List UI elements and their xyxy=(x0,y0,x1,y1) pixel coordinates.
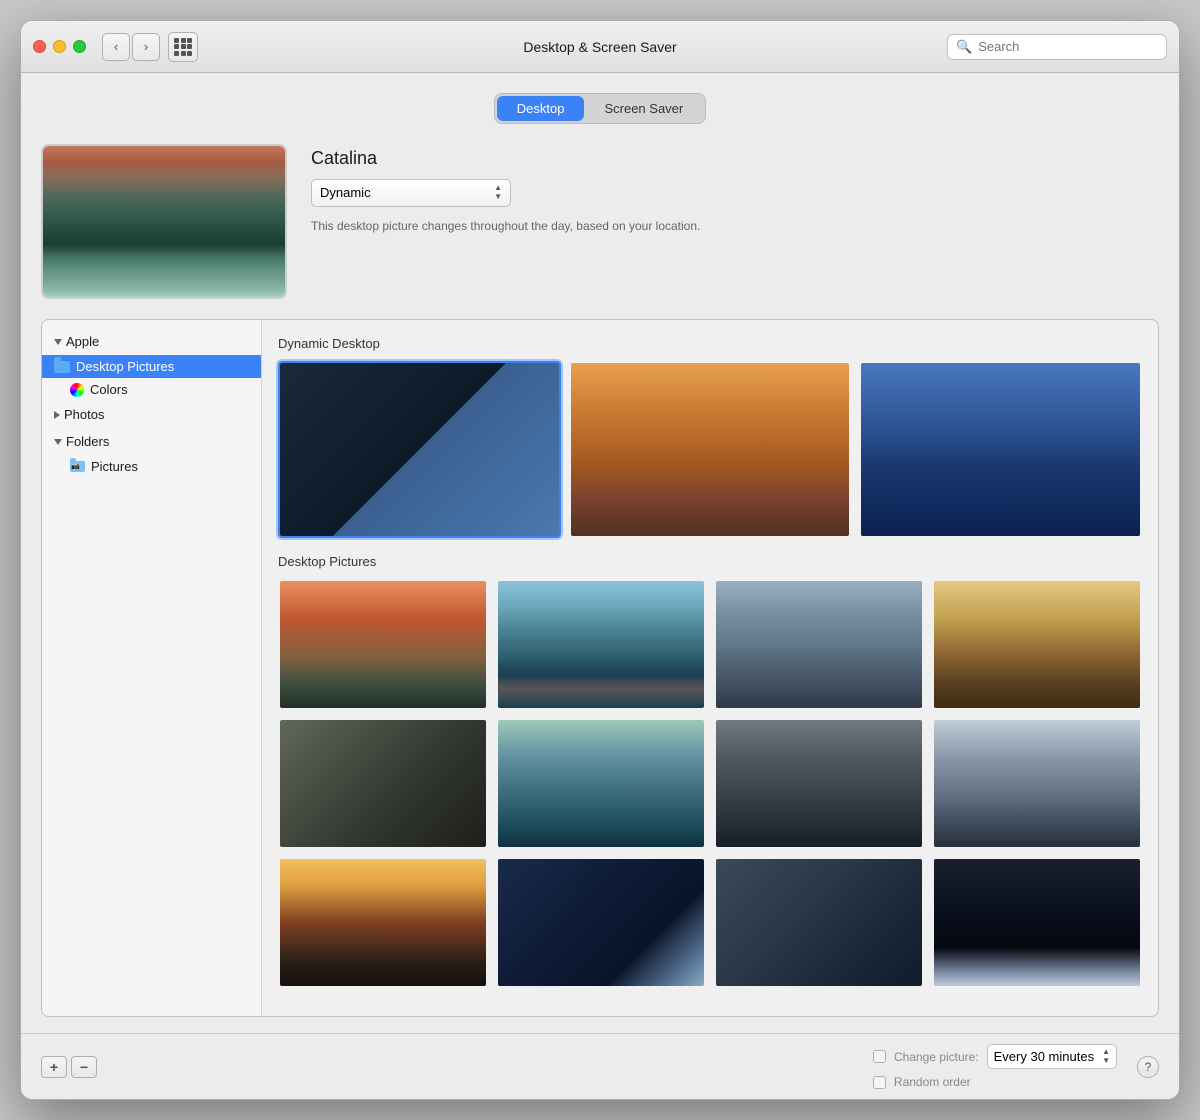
nav-buttons: ‹ › xyxy=(102,33,160,61)
sidebar-section-photos[interactable]: Photos xyxy=(42,401,261,428)
wallpaper-thumb-11[interactable] xyxy=(714,857,924,988)
mode-label: Dynamic xyxy=(320,185,371,200)
sidebar-item-pictures[interactable]: 📷 Pictures xyxy=(42,455,261,478)
sidebar-item-colors[interactable]: Colors xyxy=(42,378,261,401)
wallpaper-thumb-3[interactable] xyxy=(714,579,924,710)
help-button[interactable]: ? xyxy=(1137,1056,1159,1078)
grid-view-button[interactable] xyxy=(168,32,198,62)
pictures-label: Pictures xyxy=(91,459,138,474)
random-order-row: Random order xyxy=(873,1075,1117,1089)
wallpaper-description: This desktop picture changes throughout … xyxy=(311,217,731,235)
change-picture-row: Change picture: Every 30 minutes ▲ ▼ xyxy=(873,1044,1117,1069)
desktop-wallpaper-grid xyxy=(278,579,1142,989)
back-button[interactable]: ‹ xyxy=(102,33,130,61)
sidebar: Apple Desktop Pictures Colors Photos xyxy=(42,320,262,1016)
mode-dropdown-row: Dynamic ▲ ▼ xyxy=(311,179,1159,207)
window-title: Desktop & Screen Saver xyxy=(523,39,676,55)
grid-area: Dynamic Desktop Desktop Pictures xyxy=(262,320,1158,1016)
sidebar-item-desktop-pictures[interactable]: Desktop Pictures xyxy=(42,355,261,378)
wallpaper-thumb-12[interactable] xyxy=(932,857,1142,988)
search-input[interactable] xyxy=(978,39,1158,54)
wallpaper-thumb-2[interactable] xyxy=(496,579,706,710)
grid-icon xyxy=(174,38,192,56)
wallpaper-thumb-10[interactable] xyxy=(496,857,706,988)
remove-folder-button[interactable]: − xyxy=(71,1056,97,1078)
folders-expand-icon xyxy=(54,439,62,445)
interval-dropdown[interactable]: Every 30 minutes ▲ ▼ xyxy=(987,1044,1117,1069)
sidebar-section-apple[interactable]: Apple xyxy=(42,328,261,355)
desktop-section-label: Desktop Pictures xyxy=(278,554,1142,569)
stepper-down-icon: ▼ xyxy=(494,193,502,202)
wallpaper-thumb-catalina-dynamic[interactable] xyxy=(278,361,561,538)
colors-label: Colors xyxy=(90,382,128,397)
apple-expand-icon xyxy=(54,339,62,345)
footer-controls: Change picture: Every 30 minutes ▲ ▼ Ran… xyxy=(873,1044,1117,1089)
bottom-section: Apple Desktop Pictures Colors Photos xyxy=(41,319,1159,1017)
tab-screensaver[interactable]: Screen Saver xyxy=(584,96,703,121)
wallpaper-thumb-6[interactable] xyxy=(496,718,706,849)
wallpaper-thumb-9[interactable] xyxy=(278,857,488,988)
footer-right: Change picture: Every 30 minutes ▲ ▼ Ran… xyxy=(873,1044,1159,1089)
desktop-pictures-label: Desktop Pictures xyxy=(76,359,174,374)
main-window: ‹ › Desktop & Screen Saver 🔍 Desktop Scr… xyxy=(20,20,1180,1100)
tab-desktop[interactable]: Desktop xyxy=(497,96,585,121)
forward-icon: › xyxy=(144,39,148,54)
change-picture-checkbox[interactable] xyxy=(873,1050,886,1063)
wallpaper-thumb-1[interactable] xyxy=(278,579,488,710)
sidebar-photos-label: Photos xyxy=(64,407,104,422)
mode-stepper: ▲ ▼ xyxy=(494,184,502,202)
tab-row: Desktop Screen Saver xyxy=(41,93,1159,124)
wallpaper-thumb-5[interactable] xyxy=(278,718,488,849)
pictures-folder-icon: 📷 xyxy=(70,461,85,472)
wallpaper-thumb-blue-dynamic[interactable] xyxy=(859,361,1142,538)
sidebar-section-folders[interactable]: Folders xyxy=(42,428,261,455)
maximize-button[interactable] xyxy=(73,40,86,53)
mode-dropdown[interactable]: Dynamic ▲ ▼ xyxy=(311,179,511,207)
folder-icon xyxy=(54,361,70,373)
change-picture-label: Change picture: xyxy=(894,1050,979,1064)
minimize-button[interactable] xyxy=(53,40,66,53)
dynamic-section-label: Dynamic Desktop xyxy=(278,336,1142,351)
wallpaper-preview xyxy=(41,144,287,299)
sidebar-folders-label: Folders xyxy=(66,434,109,449)
footer-buttons: + − xyxy=(41,1056,97,1078)
photos-expand-icon xyxy=(54,411,60,419)
tab-container: Desktop Screen Saver xyxy=(494,93,706,124)
traffic-lights xyxy=(33,40,86,53)
interval-label: Every 30 minutes xyxy=(994,1049,1094,1064)
interval-stepper-up-icon: ▲ xyxy=(1102,1048,1110,1056)
add-folder-button[interactable]: + xyxy=(41,1056,67,1078)
wallpaper-name: Catalina xyxy=(311,148,1159,169)
interval-stepper-down-icon: ▼ xyxy=(1102,1057,1110,1065)
wallpaper-thumb-mojave-dynamic[interactable] xyxy=(569,361,852,538)
random-order-checkbox[interactable] xyxy=(873,1076,886,1089)
wallpaper-thumb-4[interactable] xyxy=(932,579,1142,710)
close-button[interactable] xyxy=(33,40,46,53)
titlebar: ‹ › Desktop & Screen Saver 🔍 xyxy=(21,21,1179,73)
top-section: Catalina Dynamic ▲ ▼ This desktop pictur… xyxy=(41,144,1159,299)
wallpaper-thumb-7[interactable] xyxy=(714,718,924,849)
back-icon: ‹ xyxy=(114,39,118,54)
main-content: Desktop Screen Saver Catalina Dynamic ▲ … xyxy=(21,73,1179,1033)
search-icon: 🔍 xyxy=(956,39,972,55)
color-wheel-icon xyxy=(70,383,84,397)
dynamic-wallpaper-grid xyxy=(278,361,1142,538)
search-bar: 🔍 xyxy=(947,34,1167,60)
random-order-label: Random order xyxy=(894,1075,971,1089)
footer: + − Change picture: Every 30 minutes ▲ ▼ xyxy=(21,1033,1179,1099)
settings-panel: Catalina Dynamic ▲ ▼ This desktop pictur… xyxy=(311,144,1159,235)
wallpaper-thumb-8[interactable] xyxy=(932,718,1142,849)
forward-button[interactable]: › xyxy=(132,33,160,61)
sidebar-apple-label: Apple xyxy=(66,334,99,349)
